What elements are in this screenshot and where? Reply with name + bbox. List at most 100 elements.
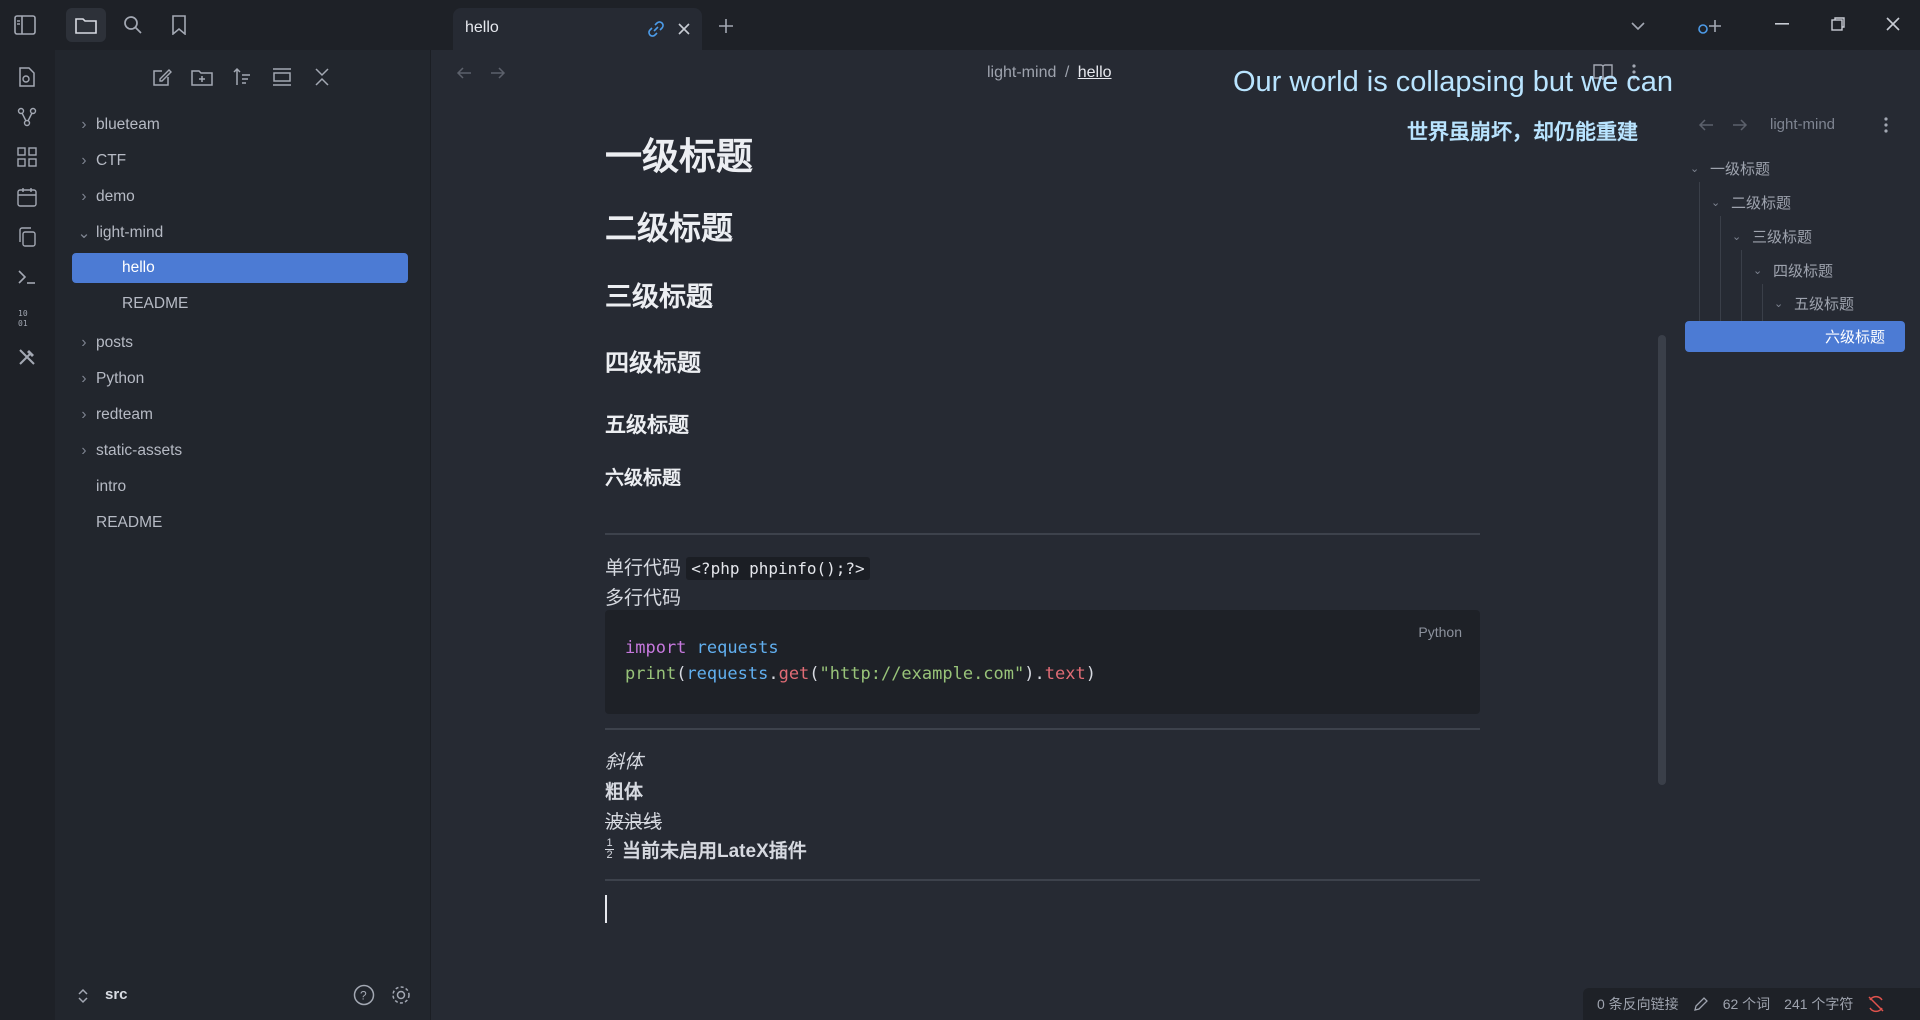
tree-item-label: redteam bbox=[96, 406, 153, 423]
folder-python[interactable]: › Python bbox=[72, 364, 412, 394]
outline-back-icon[interactable] bbox=[1695, 114, 1717, 136]
chevron-down-icon: ⌄ bbox=[1690, 162, 1700, 175]
svg-text:01: 01 bbox=[18, 319, 28, 327]
backlinks-count[interactable]: 0 条反向链接 bbox=[1597, 994, 1679, 1014]
collapse-all-icon[interactable] bbox=[309, 64, 335, 90]
folder-icon[interactable] bbox=[66, 8, 106, 42]
new-folder-icon[interactable] bbox=[189, 64, 215, 90]
fraction: 1 2 bbox=[605, 838, 614, 861]
new-tab-icon[interactable] bbox=[714, 14, 738, 38]
file-hello[interactable]: hello bbox=[72, 253, 408, 283]
tab-list-chevron-icon[interactable] bbox=[1626, 14, 1650, 38]
heading-5: 五级标题 bbox=[605, 414, 689, 437]
folder-ctf[interactable]: › CTF bbox=[72, 146, 412, 176]
scrollbar[interactable] bbox=[1658, 335, 1666, 785]
link-icon[interactable] bbox=[645, 18, 667, 40]
heading-1: 一级标题 bbox=[605, 136, 753, 177]
sidebar-toggle-icon[interactable] bbox=[12, 12, 38, 38]
latex-line: 1 2 当前未启用LateX插件 bbox=[605, 836, 807, 863]
back-arrow-icon[interactable] bbox=[453, 62, 475, 84]
minimize-icon[interactable] bbox=[1770, 12, 1794, 36]
outline-guide bbox=[1741, 250, 1742, 322]
chevron-right-icon: › bbox=[81, 442, 87, 459]
italic-text: 斜体 bbox=[605, 752, 644, 773]
tree-item-label: posts bbox=[96, 334, 134, 351]
outline-item-h3[interactable]: ⌄ 三级标题 bbox=[1732, 221, 1812, 251]
outline-item-label: 五级标题 bbox=[1794, 295, 1855, 313]
close-tab-icon[interactable] bbox=[673, 18, 695, 40]
outline-item-h5[interactable]: ⌄ 五级标题 bbox=[1774, 288, 1854, 318]
code-block[interactable]: Python import requests print(requests.ge… bbox=[605, 610, 1480, 714]
breadcrumb-parent[interactable]: light-mind bbox=[987, 64, 1056, 81]
breadcrumb-current[interactable]: hello bbox=[1078, 64, 1112, 81]
bookmark-icon[interactable] bbox=[166, 12, 192, 38]
tab-title: hello bbox=[465, 19, 499, 36]
chevron-down-icon: ⌄ bbox=[1774, 297, 1784, 310]
chevron-right-icon: › bbox=[81, 152, 87, 169]
file-explorer: › blueteam › CTF › demo ⌄ light-mind hello R… bbox=[55, 50, 430, 1020]
file-search-icon[interactable] bbox=[14, 64, 40, 90]
outline-forward-icon[interactable] bbox=[1729, 114, 1751, 136]
sort-icon[interactable] bbox=[229, 64, 255, 90]
horizontal-rule bbox=[605, 728, 1480, 730]
dashboard-icon[interactable] bbox=[14, 144, 40, 170]
tree-item-label: README bbox=[122, 295, 189, 312]
bold-text: 粗体 bbox=[605, 782, 644, 803]
edit-pencil-icon[interactable] bbox=[1693, 996, 1709, 1012]
link-add-icon[interactable] bbox=[1696, 14, 1724, 38]
folder-demo[interactable]: › demo bbox=[72, 182, 412, 212]
help-icon[interactable]: ? bbox=[351, 982, 377, 1008]
binary-icon[interactable]: 10 01 bbox=[14, 304, 40, 330]
chevron-right-icon: › bbox=[81, 188, 87, 205]
sync-off-icon[interactable] bbox=[1867, 995, 1885, 1013]
search-icon[interactable] bbox=[120, 12, 146, 38]
inline-code-line: 单行代码 <?php phpinfo();?> bbox=[605, 553, 870, 580]
tree-item-label: intro bbox=[96, 478, 127, 495]
status-bar: 0 条反向链接 62 个词 241 个字符 bbox=[1583, 988, 1920, 1020]
graph-icon[interactable] bbox=[14, 104, 40, 130]
code-function: print bbox=[625, 664, 677, 684]
calendar-icon[interactable] bbox=[14, 184, 40, 210]
folder-static-assets[interactable]: › static-assets bbox=[72, 436, 412, 466]
outline-more-icon[interactable] bbox=[1879, 114, 1893, 136]
svg-text:10: 10 bbox=[18, 309, 28, 318]
code-line-2: print(requests.get("http://example.com")… bbox=[625, 664, 1096, 684]
outline-item-label: 三级标题 bbox=[1752, 228, 1813, 246]
outline-item-h6[interactable]: 六级标题 bbox=[1685, 321, 1905, 352]
folder-light-mind[interactable]: ⌄ light-mind bbox=[72, 218, 412, 248]
settings-gear-icon[interactable] bbox=[388, 982, 414, 1008]
outline-item-h2[interactable]: ⌄ 二级标题 bbox=[1711, 187, 1791, 217]
outline-item-h1[interactable]: ⌄ 一级标题 bbox=[1690, 153, 1770, 183]
code-punct: ( bbox=[809, 664, 820, 684]
folder-posts[interactable]: › posts bbox=[72, 328, 412, 358]
restore-icon[interactable] bbox=[1826, 12, 1850, 36]
chevron-down-icon: ⌄ bbox=[1732, 230, 1742, 243]
vault-name[interactable]: src bbox=[105, 986, 128, 1003]
close-window-icon[interactable] bbox=[1881, 12, 1905, 36]
outline-item-h4[interactable]: ⌄ 四级标题 bbox=[1753, 255, 1833, 285]
file-intro[interactable]: intro bbox=[72, 472, 412, 502]
copy-icon[interactable] bbox=[14, 224, 40, 250]
outline-guide bbox=[1699, 182, 1700, 322]
folder-blueteam[interactable]: › blueteam bbox=[72, 110, 412, 140]
tools-icon[interactable] bbox=[14, 344, 40, 370]
new-note-icon[interactable] bbox=[149, 64, 175, 90]
multiline-code-label: 多行代码 bbox=[605, 588, 682, 609]
outline-item-label: 二级标题 bbox=[1731, 194, 1792, 212]
forward-arrow-icon[interactable] bbox=[487, 62, 509, 84]
code-attribute: text bbox=[1044, 664, 1086, 684]
outline-item-label: 四级标题 bbox=[1773, 262, 1834, 280]
folder-redteam[interactable]: › redteam bbox=[72, 400, 412, 430]
code-punct: ) bbox=[1024, 664, 1035, 684]
heading-6: 六级标题 bbox=[605, 468, 682, 489]
file-readme[interactable]: README bbox=[72, 508, 412, 538]
tree-item-label: Python bbox=[96, 370, 145, 387]
terminal-icon[interactable] bbox=[14, 264, 40, 290]
tab-hello[interactable]: hello bbox=[453, 8, 702, 50]
file-readme-light-mind[interactable]: README bbox=[72, 289, 412, 319]
chevron-down-icon: ⌄ bbox=[1753, 264, 1763, 277]
collapse-view-icon[interactable] bbox=[269, 64, 295, 90]
code-method: get bbox=[778, 664, 810, 684]
vault-switch-icon[interactable] bbox=[73, 984, 93, 1008]
code-language: Python bbox=[1418, 624, 1462, 640]
